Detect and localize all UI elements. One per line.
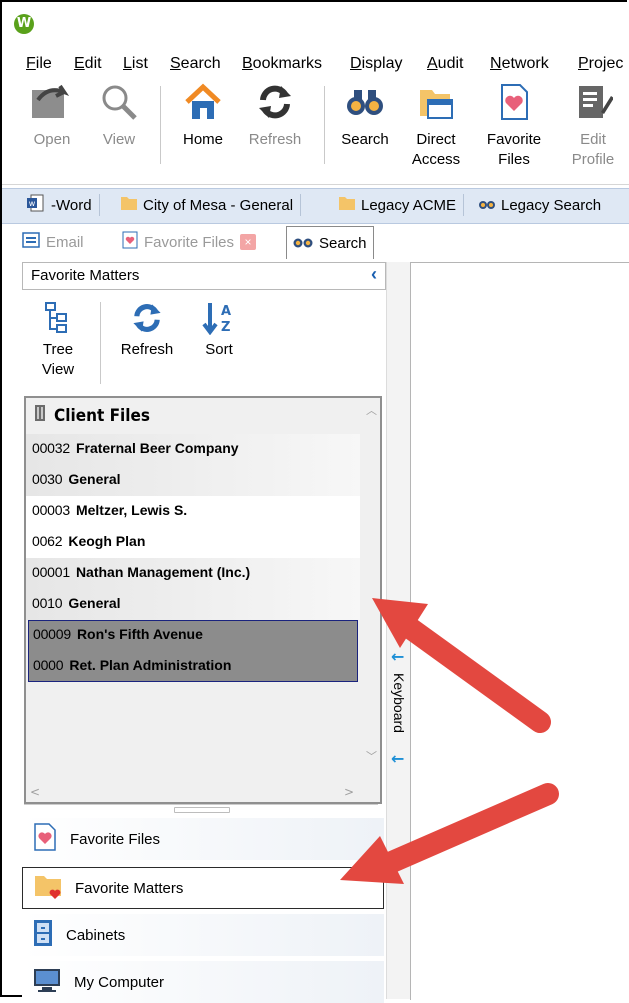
email-icon (22, 231, 40, 253)
magnifier-icon (97, 80, 141, 124)
refresh-button[interactable]: Refresh (242, 80, 308, 150)
binoculars-icon (293, 233, 313, 253)
folder-icon (338, 195, 356, 215)
search-button[interactable]: Search (334, 80, 396, 150)
home-button[interactable]: Home (174, 80, 232, 150)
vertical-scrollbar[interactable]: ︿ ﹀ (362, 398, 380, 768)
sort-button[interactable]: AZ Sort (194, 300, 244, 360)
panel-title: Favorite Matters (31, 267, 140, 284)
nav-favorite-files[interactable]: Favorite Files (22, 818, 384, 860)
panel-splitter[interactable] (24, 804, 378, 815)
favorite-files-icon (32, 823, 58, 855)
tab-email[interactable]: Email (22, 228, 84, 256)
edit-profile-button[interactable]: Edit Profile (560, 80, 626, 170)
menu-network[interactable]: Network (490, 55, 549, 73)
menu-bookmarks[interactable]: Bookmarks (242, 55, 322, 73)
refresh-icon (125, 300, 169, 336)
svg-text:A: A (221, 304, 231, 319)
view-button[interactable]: View (94, 80, 144, 150)
menu-display[interactable]: Display (350, 55, 402, 73)
favorite-files-icon (492, 80, 536, 124)
favorite-files-icon (122, 231, 138, 253)
list-item[interactable]: 00032 Fraternal Beer Company 0030 General (26, 434, 360, 496)
menu-edit[interactable]: Edit (74, 55, 102, 73)
toolbar-separator (160, 86, 161, 164)
document-tab-strip: w -Word City of Mesa - General Legacy AC… (2, 188, 629, 224)
refresh-icon (253, 80, 297, 124)
nav-favorite-matters[interactable]: Favorite Matters (22, 867, 384, 909)
panel-toolbar: Tree View Refresh AZ Sort (22, 292, 386, 390)
client-files-list: Client Files 00032 Fraternal Beer Company… (24, 396, 382, 804)
menu-bar: File Edit List Search Bookmarks Display … (2, 50, 629, 80)
horizontal-scrollbar[interactable]: < > (26, 784, 360, 802)
nav-my-computer[interactable]: My Computer (22, 961, 384, 1003)
folder-window-icon (414, 80, 458, 124)
home-icon (181, 80, 225, 124)
doc-tab-word[interactable]: w -Word (22, 192, 100, 218)
keyboard-tab-label[interactable]: Keyboard (387, 668, 411, 738)
toolbar: Open View Home Refresh Search Direct Acce… (2, 80, 629, 185)
edit-profile-icon (571, 80, 615, 124)
svg-text:w: w (29, 199, 36, 208)
binoculars-icon (478, 195, 496, 215)
menu-audit[interactable]: Audit (427, 55, 463, 73)
panel-refresh-button[interactable]: Refresh (114, 300, 180, 360)
cabinet-stack-icon (32, 404, 48, 427)
menu-project[interactable]: Projec (578, 55, 623, 73)
direct-access-button[interactable]: Direct Access (404, 80, 468, 170)
toolbar-separator (100, 302, 101, 384)
tab-favorite-files[interactable]: Favorite Files × (122, 228, 257, 256)
panel-header: Favorite Matters ‹ (22, 262, 386, 290)
menu-list[interactable]: List (123, 55, 148, 73)
svg-text:Z: Z (221, 320, 230, 335)
toolbar-separator (324, 86, 325, 164)
binoculars-icon (343, 80, 387, 124)
computer-icon (32, 967, 62, 997)
list-item[interactable]: 00003 Meltzer, Lewis S. 0062 Keogh Plan (26, 496, 360, 558)
tree-view-icon (36, 300, 80, 336)
app-logo-icon: W (14, 14, 34, 34)
favorite-files-button[interactable]: Favorite Files (478, 80, 550, 170)
menu-file[interactable]: File (26, 55, 52, 73)
list-item-selected[interactable]: 00009 Ron's Fifth Avenue 0000 Ret. Plan Ad… (28, 620, 358, 682)
arrow-left-icon[interactable]: ← (391, 749, 404, 768)
list-item[interactable]: 00001 Nathan Management (Inc.) 0010 Genera… (26, 558, 360, 620)
tab-search[interactable]: Search (286, 226, 374, 259)
tree-view-button[interactable]: Tree View (30, 300, 86, 380)
cabinet-icon (32, 919, 54, 951)
collapse-chevron-icon[interactable]: ‹ (371, 264, 377, 285)
list-header: Client Files (32, 404, 150, 427)
scroll-left-icon[interactable]: < (30, 785, 40, 799)
folder-icon (120, 195, 138, 215)
nav-cabinets[interactable]: Cabinets (22, 914, 384, 956)
open-button[interactable]: Open (24, 80, 80, 150)
favorite-matters-panel: Favorite Matters ‹ Tree View Refresh AZ S… (22, 262, 386, 1003)
favorite-matters-icon (33, 872, 63, 904)
splitter-grip[interactable] (174, 807, 230, 813)
sort-az-icon: AZ (197, 300, 241, 336)
scroll-down-icon[interactable]: ﹀ (366, 748, 377, 764)
open-folder-icon (30, 80, 74, 124)
doc-tab-legacy-search[interactable]: Legacy Search (474, 192, 605, 218)
scroll-up-icon[interactable]: ︿ (366, 402, 377, 418)
menu-search[interactable]: Search (170, 55, 221, 73)
title-bar: W (2, 2, 629, 48)
main-content-area (410, 262, 629, 1000)
doc-tab-city-of-mesa[interactable]: City of Mesa - General (116, 192, 302, 218)
close-icon[interactable]: × (240, 234, 257, 250)
keyboard-side-strip[interactable]: ← Keyboard ← (386, 262, 412, 999)
arrow-left-icon[interactable]: ← (391, 647, 404, 666)
scroll-right-icon[interactable]: > (344, 785, 354, 799)
doc-tab-legacy-acme[interactable]: Legacy ACME (334, 192, 465, 218)
list-empty-area (26, 682, 360, 772)
word-doc-icon: w (26, 193, 46, 217)
view-tab-strip: Email Favorite Files × Search (2, 224, 629, 259)
